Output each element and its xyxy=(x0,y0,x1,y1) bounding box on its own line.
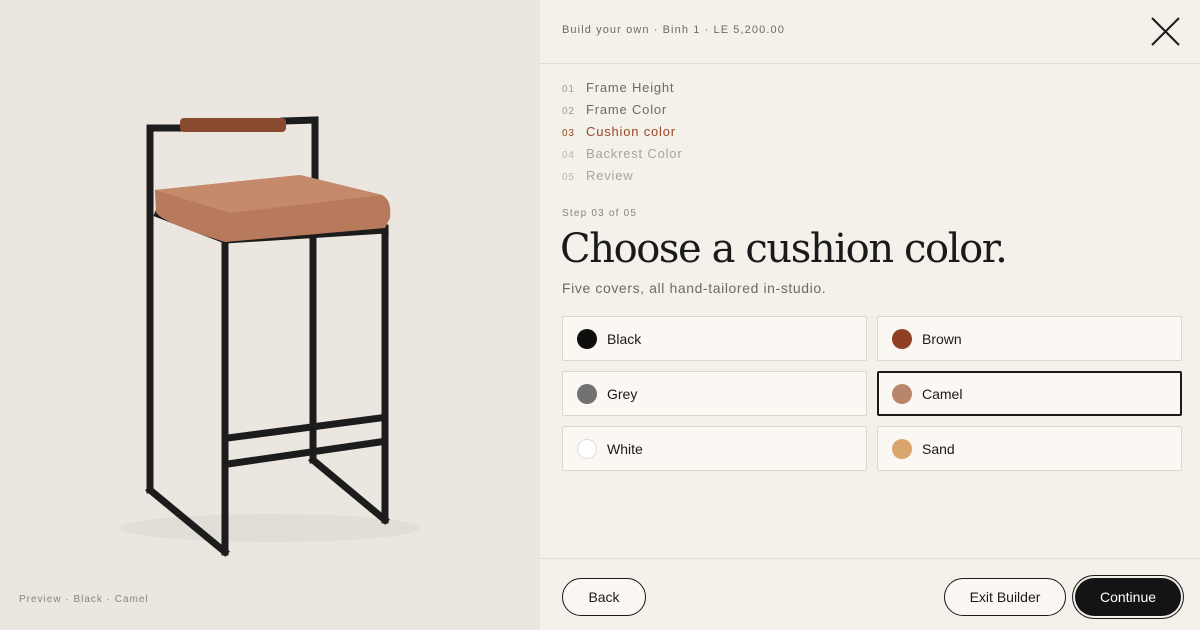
color-swatch xyxy=(577,438,597,459)
page-subtitle: Five covers, all hand-tailored in-studio… xyxy=(562,280,827,296)
option-sand[interactable]: Sand xyxy=(877,426,1182,471)
preview-caption: Preview · Black · Camel xyxy=(19,594,149,605)
close-icon xyxy=(1151,17,1180,46)
step-label: Review xyxy=(586,168,634,183)
backrest-cushion xyxy=(180,118,286,132)
color-swatch xyxy=(892,438,912,459)
continue-button[interactable]: Continue xyxy=(1075,578,1181,616)
step-counter: Step 03 of 05 xyxy=(562,208,638,219)
breadcrumb: Build your own · Binh 1 · LE 5,200.00 xyxy=(562,24,785,36)
step-backrest-color[interactable]: 04 Backrest Color xyxy=(562,146,682,168)
footer-bar: Back Exit Builder Continue xyxy=(540,558,1200,630)
step-cushion-color[interactable]: 03 Cushion color xyxy=(562,124,682,146)
step-list: 01 Frame Height 02 Frame Color 03 Cushio… xyxy=(562,80,682,190)
step-label: Cushion color xyxy=(586,124,676,139)
step-number: 02 xyxy=(562,106,575,117)
option-label: White xyxy=(607,440,643,457)
step-number: 05 xyxy=(562,172,575,183)
option-grey[interactable]: Grey xyxy=(562,371,867,416)
color-swatch xyxy=(577,328,597,349)
step-label: Frame Height xyxy=(586,80,675,95)
option-black[interactable]: Black xyxy=(562,316,867,361)
product-preview: Preview · Black · Camel xyxy=(0,0,540,630)
step-frame-color[interactable]: 02 Frame Color xyxy=(562,102,682,124)
builder-panel: Build your own · Binh 1 · LE 5,200.00 01… xyxy=(540,0,1200,630)
step-number: 03 xyxy=(562,128,575,139)
option-label: Black xyxy=(607,330,642,347)
color-swatch xyxy=(892,328,912,349)
step-review[interactable]: 05 Review xyxy=(562,168,682,190)
page-title: Choose a cushion color. xyxy=(560,226,1008,272)
option-white[interactable]: White xyxy=(562,426,867,471)
exit-builder-button[interactable]: Exit Builder xyxy=(944,578,1066,616)
step-frame-height[interactable]: 01 Frame Height xyxy=(562,80,682,102)
option-label: Camel xyxy=(922,385,963,402)
option-camel[interactable]: Camel xyxy=(877,371,1182,416)
back-button[interactable]: Back xyxy=(562,578,646,616)
option-label: Sand xyxy=(922,440,955,457)
color-swatch xyxy=(577,383,597,404)
option-label: Brown xyxy=(922,330,962,347)
bar-stool-illustration xyxy=(120,116,420,557)
step-label: Frame Color xyxy=(586,102,668,117)
step-label: Backrest Color xyxy=(586,146,683,161)
top-bar: Build your own · Binh 1 · LE 5,200.00 xyxy=(540,0,1200,64)
option-label: Grey xyxy=(607,385,638,402)
step-number: 04 xyxy=(562,150,575,161)
step-number: 01 xyxy=(562,84,575,95)
option-brown[interactable]: Brown xyxy=(877,316,1182,361)
color-swatch xyxy=(892,383,912,404)
close-button[interactable] xyxy=(1146,13,1186,53)
